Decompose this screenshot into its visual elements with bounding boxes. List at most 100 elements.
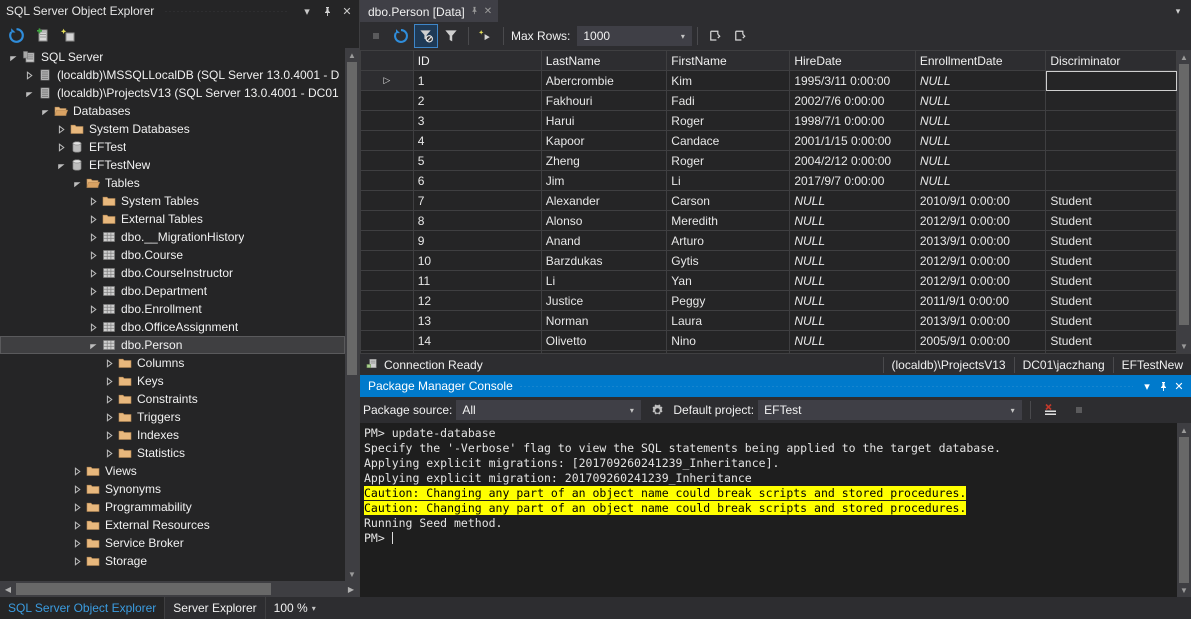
close-icon[interactable]: ✕: [1171, 377, 1187, 395]
expand-arrow-icon[interactable]: [70, 556, 84, 566]
cell-lastname[interactable]: Alonso: [540, 210, 668, 231]
expand-arrow-icon[interactable]: [86, 286, 100, 296]
cell-lastname[interactable]: Barzdukas: [540, 250, 668, 271]
collapse-arrow-icon[interactable]: [6, 53, 20, 62]
console-scroll-track[interactable]: [1177, 437, 1191, 583]
tree-vertical-scrollbar[interactable]: ▲ ▼: [345, 48, 359, 581]
table-row[interactable]: 6 Jim Li 2017/9/7 0:00:00 NULL: [360, 170, 1177, 191]
cell-lastname[interactable]: Li: [540, 270, 668, 291]
cell-discriminator[interactable]: Student: [1045, 330, 1177, 351]
chevron-down-icon[interactable]: ▾: [674, 32, 691, 41]
cell-hiredate[interactable]: 1998/7/1 0:00:00: [789, 110, 916, 131]
tree-node-views[interactable]: Views: [0, 462, 345, 480]
cell-discriminator[interactable]: [1045, 110, 1177, 131]
expand-arrow-icon[interactable]: [22, 70, 36, 80]
tree-node-constraints[interactable]: Constraints: [0, 390, 345, 408]
column-header-discriminator[interactable]: Discriminator: [1045, 50, 1177, 71]
chevron-down-icon[interactable]: ▾: [1139, 377, 1155, 395]
cell-enrollmentdate[interactable]: NULL: [914, 170, 1047, 191]
cell-lastname[interactable]: Alexander: [540, 190, 668, 211]
tree-node-eftest[interactable]: EFTest: [0, 138, 345, 156]
cell-lastname[interactable]: Anand: [540, 230, 668, 251]
cell-id[interactable]: 4: [412, 130, 542, 151]
row-header[interactable]: [360, 130, 414, 151]
add-sql-server-icon[interactable]: [30, 24, 54, 46]
zoom-control[interactable]: 100 % ▾: [266, 597, 336, 619]
collapse-arrow-icon[interactable]: [70, 179, 84, 188]
table-row[interactable]: 13 Norman Laura NULL 2013/9/1 0:00:00 Student: [360, 310, 1177, 331]
column-header-firstname[interactable]: FirstName: [666, 50, 791, 71]
default-project-combo[interactable]: EFTest ▾: [758, 400, 1023, 420]
select-all-corner[interactable]: [360, 50, 414, 71]
cell-hiredate[interactable]: 1995/3/11 0:00:00: [789, 70, 916, 91]
scroll-down-icon[interactable]: ▼: [1177, 583, 1191, 597]
tree-node-system-databases[interactable]: System Databases: [0, 120, 345, 138]
expand-arrow-icon[interactable]: [102, 430, 116, 440]
collapse-arrow-icon[interactable]: [38, 107, 52, 116]
tree-node-dbo-course[interactable]: dbo.Course: [0, 246, 345, 264]
tree-node-programmability[interactable]: Programmability: [0, 498, 345, 516]
cell-discriminator[interactable]: Student: [1045, 250, 1177, 271]
console-output-text[interactable]: PM> update-database Specify the '-Verbose…: [360, 423, 1177, 597]
expand-arrow-icon[interactable]: [70, 484, 84, 494]
chevron-down-icon[interactable]: ▾: [312, 604, 316, 613]
gear-icon[interactable]: [645, 398, 669, 422]
cell-firstname[interactable]: Gytis: [666, 250, 791, 271]
column-header-lastname[interactable]: LastName: [540, 50, 668, 71]
remove-filter-icon[interactable]: [414, 24, 438, 48]
collapse-arrow-icon[interactable]: [54, 161, 68, 170]
tree-hscroll-track[interactable]: [16, 581, 343, 597]
cell-firstname[interactable]: Kim: [666, 70, 791, 91]
tab-list-dropdown-icon[interactable]: ▾: [1165, 0, 1191, 22]
cell-hiredate[interactable]: NULL: [789, 250, 916, 271]
cell-enrollmentdate[interactable]: 2012/9/1 0:00:00: [914, 270, 1047, 291]
console-vertical-scrollbar[interactable]: ▲ ▼: [1177, 423, 1191, 597]
cell-discriminator[interactable]: Student: [1045, 230, 1177, 251]
row-header[interactable]: [360, 290, 414, 311]
row-header[interactable]: [360, 210, 414, 231]
expand-arrow-icon[interactable]: [86, 250, 100, 260]
expand-arrow-icon[interactable]: [70, 520, 84, 530]
cell-id[interactable]: 5: [412, 150, 542, 171]
expand-arrow-icon[interactable]: [86, 232, 100, 242]
cell-hiredate[interactable]: NULL: [789, 230, 916, 251]
cell-discriminator[interactable]: [1045, 70, 1177, 91]
row-header[interactable]: [360, 230, 414, 251]
cell-firstname[interactable]: Candace: [666, 130, 791, 151]
cell-lastname[interactable]: Kapoor: [540, 130, 668, 151]
cell-lastname[interactable]: Zheng: [540, 150, 668, 171]
table-row[interactable]: 11 Li Yan NULL 2012/9/1 0:00:00 Student: [360, 270, 1177, 291]
tree-scroll-track[interactable]: [345, 62, 359, 567]
tree-node-dbo-enrollment[interactable]: dbo.Enrollment: [0, 300, 345, 318]
data-grid[interactable]: ID LastName FirstName HireDate EnrollmentDat…: [360, 50, 1177, 353]
grid-scroll-thumb[interactable]: [1179, 64, 1189, 326]
cell-lastname[interactable]: Olivetto: [540, 330, 668, 351]
cell-id[interactable]: 9: [412, 230, 542, 251]
expand-arrow-icon[interactable]: [102, 358, 116, 368]
tree-node-columns[interactable]: Columns: [0, 354, 345, 372]
table-row[interactable]: 10 Barzdukas Gytis NULL 2012/9/1 0:00:00 Stud…: [360, 250, 1177, 271]
tab-close-icon[interactable]: ✕: [484, 6, 492, 17]
cell-id[interactable]: 10: [412, 250, 542, 271]
cell-hiredate[interactable]: NULL: [789, 330, 916, 351]
pin-icon[interactable]: [319, 2, 335, 20]
cell-lastname[interactable]: Harui: [540, 110, 668, 131]
console-scroll-thumb[interactable]: [1179, 437, 1189, 583]
table-row[interactable]: 5 Zheng Roger 2004/2/12 0:00:00 NULL: [360, 150, 1177, 171]
cell-firstname[interactable]: Fadi: [666, 90, 791, 111]
expand-arrow-icon[interactable]: [54, 124, 68, 134]
cell-firstname[interactable]: Li: [666, 170, 791, 191]
tree-node-triggers[interactable]: Triggers: [0, 408, 345, 426]
cell-id[interactable]: 2: [412, 90, 542, 111]
tree-node-storage[interactable]: Storage: [0, 552, 345, 570]
refresh-icon[interactable]: [389, 24, 413, 48]
cell-hiredate[interactable]: NULL: [789, 210, 916, 231]
table-row[interactable]: 9 Anand Arturo NULL 2013/9/1 0:00:00 Student: [360, 230, 1177, 251]
cell-id[interactable]: 8: [412, 210, 542, 231]
row-header[interactable]: [360, 270, 414, 291]
cell-firstname[interactable]: Meredith: [666, 210, 791, 231]
tree-node-synonyms[interactable]: Synonyms: [0, 480, 345, 498]
cell-firstname[interactable]: Laura: [666, 310, 791, 331]
table-row[interactable]: 3 Harui Roger 1998/7/1 0:00:00 NULL: [360, 110, 1177, 131]
cell-id[interactable]: 3: [412, 110, 542, 131]
